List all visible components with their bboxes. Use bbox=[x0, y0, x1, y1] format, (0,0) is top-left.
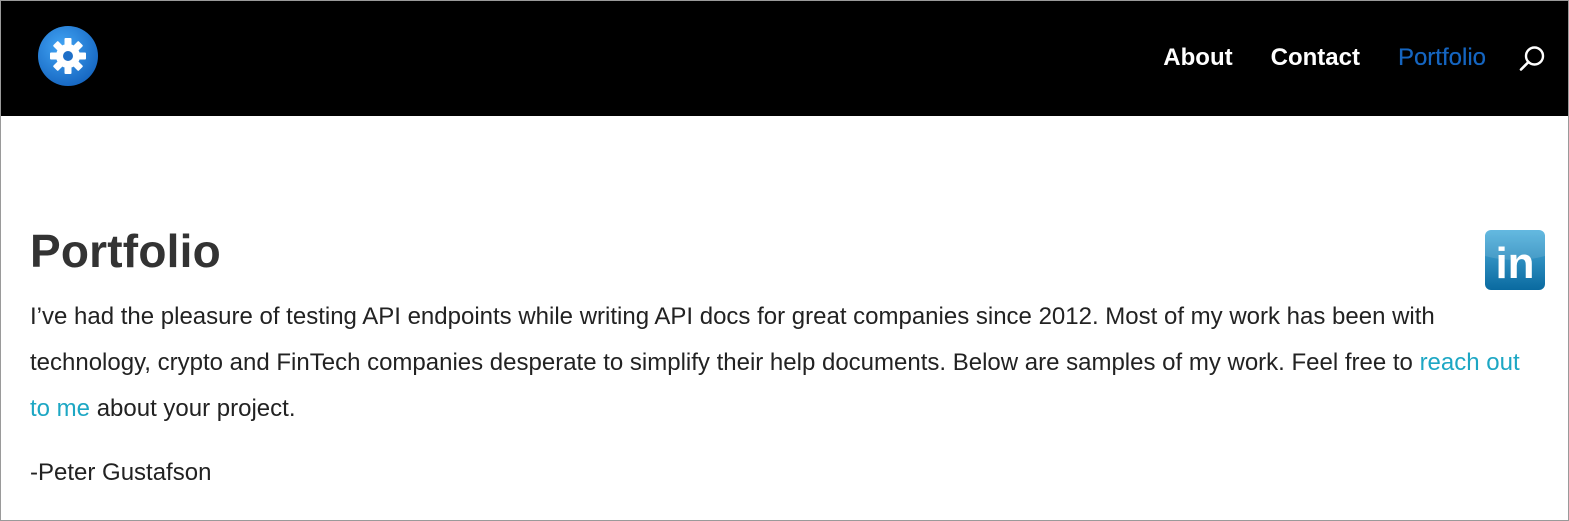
intro-text: I’ve had the pleasure of testing API end… bbox=[30, 303, 1435, 376]
nav-about-link[interactable]: About bbox=[1163, 45, 1232, 70]
main-nav: About Contact Portfolio bbox=[1125, 1, 1546, 116]
page-title: Portfolio bbox=[30, 225, 221, 277]
intro-text-end: about your project. bbox=[90, 395, 296, 422]
gear-icon bbox=[38, 26, 98, 86]
site-logo[interactable] bbox=[37, 25, 99, 87]
search-button[interactable] bbox=[1518, 45, 1546, 73]
intro-paragraph: I’ve had the pleasure of testing API end… bbox=[30, 294, 1540, 432]
search-icon bbox=[1519, 45, 1545, 71]
linkedin-icon: in bbox=[1485, 230, 1545, 290]
author-signature: -Peter Gustafson bbox=[30, 459, 212, 486]
site-header: About Contact Portfolio bbox=[1, 1, 1568, 116]
linkedin-link[interactable]: in bbox=[1485, 230, 1545, 290]
linkedin-text: in bbox=[1495, 239, 1534, 288]
nav-contact-link[interactable]: Contact bbox=[1271, 45, 1360, 70]
nav-portfolio-link[interactable]: Portfolio bbox=[1398, 45, 1486, 70]
main-content: Portfolio I’ve had the pleasure of testi… bbox=[30, 223, 1540, 488]
